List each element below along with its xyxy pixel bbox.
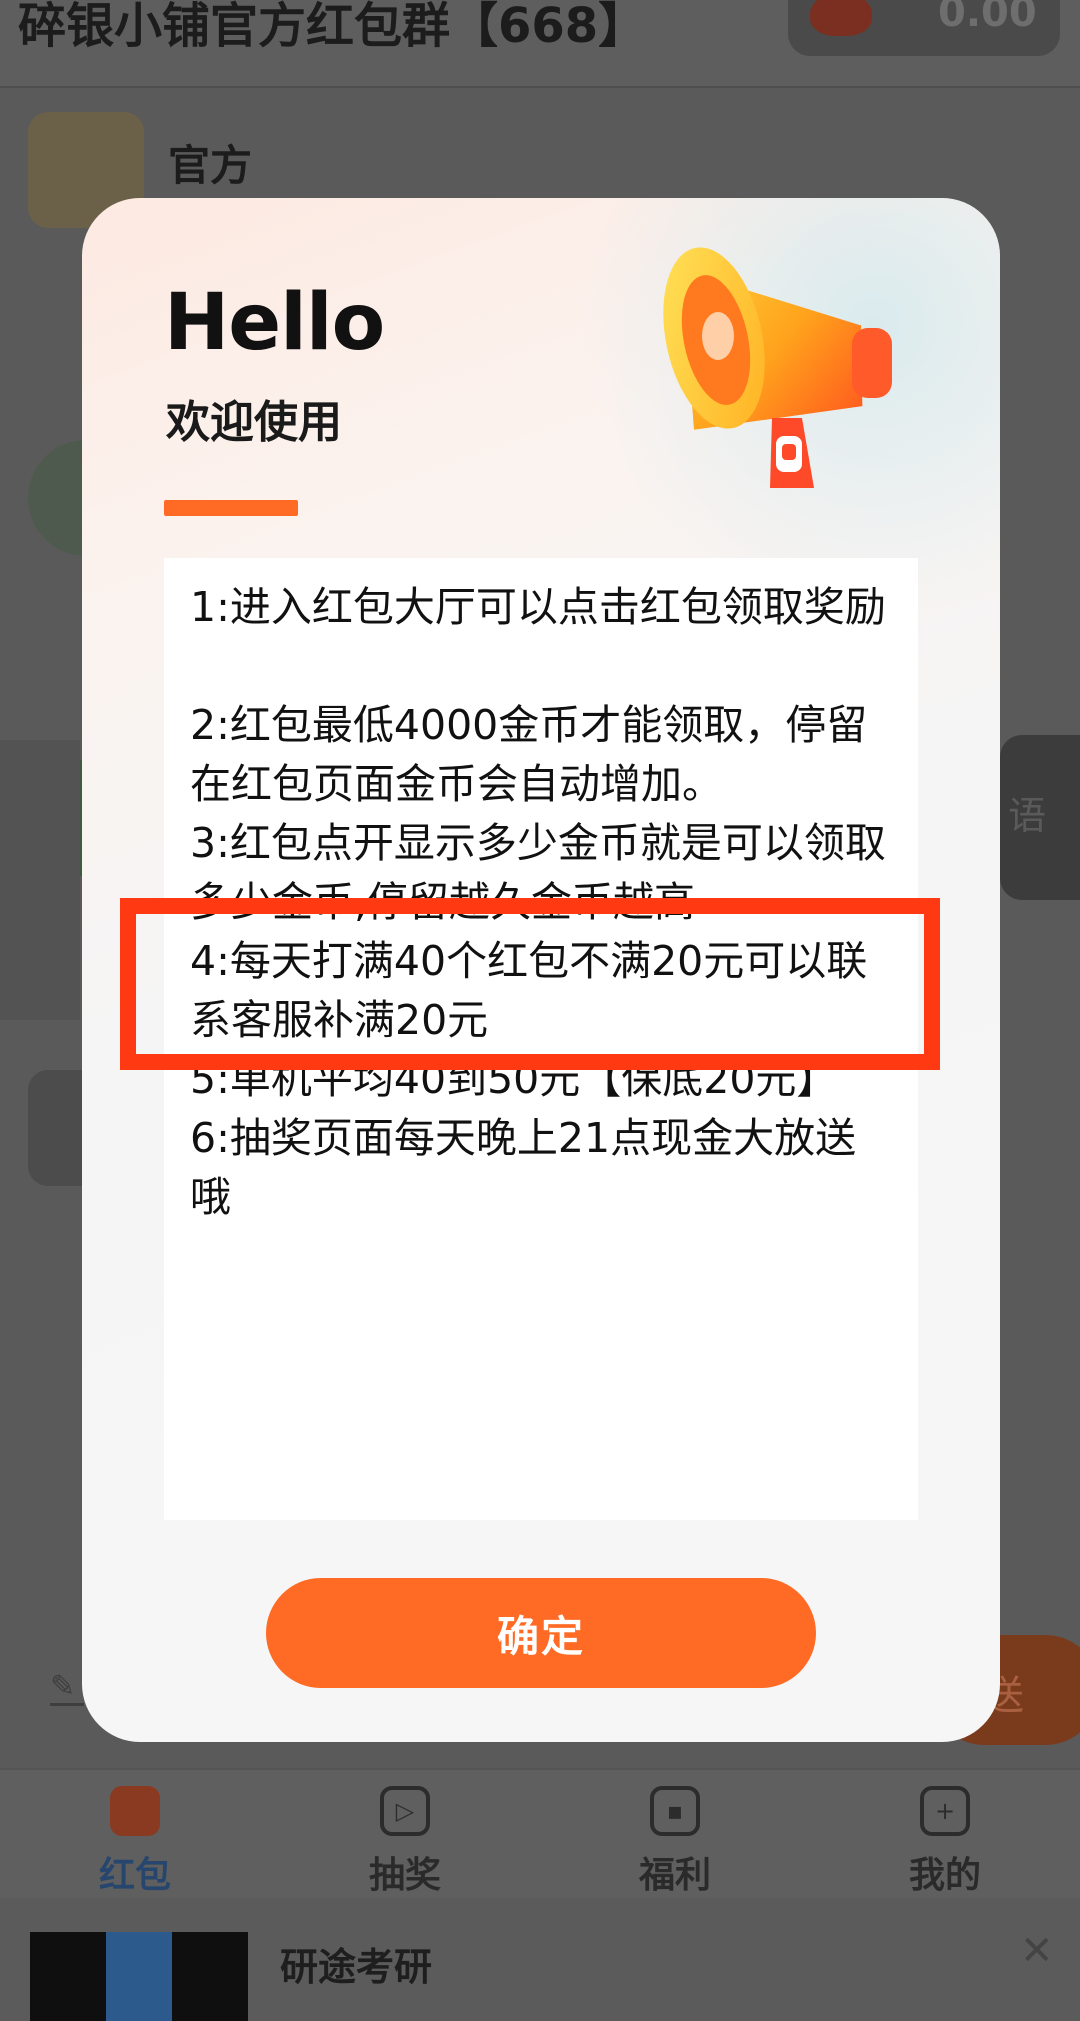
- tab-lottery[interactable]: ▷ 抽奖: [320, 1786, 490, 1898]
- tab-label: 红包: [98, 1855, 171, 1896]
- official-sender-name: 官方: [168, 141, 253, 190]
- tab-red-envelope[interactable]: 红包: [50, 1786, 220, 1898]
- tab-label: 抽奖: [368, 1855, 441, 1896]
- coin-mascot-icon: [810, 0, 872, 36]
- rules-panel: 1:进入红包大厅可以点击红包领取奖励 2:红包最低4000金币才能领取，停留在红…: [164, 558, 918, 1520]
- side-card[interactable]: 语: [1000, 735, 1080, 900]
- rule-item: 1:进入红包大厅可以点击红包领取奖励: [190, 583, 886, 631]
- close-icon[interactable]: ✕: [1020, 1928, 1054, 1974]
- tv-icon: ▪: [650, 1786, 700, 1836]
- balance-value: 0.00: [938, 0, 1037, 36]
- screen: 碎银小铺官方红包群【668】 0.00 官方 语 ✎ 送 红包 ▷ 抽奖 ▪ 福…: [0, 0, 1080, 2021]
- pencil-icon[interactable]: ✎: [50, 1672, 84, 1706]
- rule-item: 5:单机平均40到50元【保底20元】: [190, 1055, 838, 1103]
- megaphone-icon: [663, 247, 892, 488]
- play-icon: ▷: [380, 1786, 430, 1836]
- tab-welfare[interactable]: ▪ 福利: [590, 1786, 760, 1898]
- rule-item: 6:抽奖页面每天晚上21点现金大放送哦: [190, 1114, 857, 1221]
- bottom-tab-bar: 红包 ▷ 抽奖 ▪ 福利 + 我的: [0, 1768, 1080, 1898]
- tab-label: 我的: [908, 1855, 981, 1896]
- group-title: 碎银小铺官方红包群【668】: [18, 0, 647, 54]
- tab-label: 福利: [638, 1855, 711, 1896]
- side-card-label: 语: [1008, 794, 1047, 838]
- balance-pill[interactable]: 0.00: [788, 0, 1060, 56]
- ad-thumbnail-book: [106, 1932, 172, 2021]
- ad-banner[interactable]: 研途考研 ✕: [0, 1898, 1080, 2021]
- rule-item: 2:红包最低4000金币才能领取，停留在红包页面金币会自动增加。: [190, 701, 868, 808]
- rule-item: 4:每天打满40个红包不满20元可以联系客服补满20元: [190, 937, 868, 1044]
- ad-thumbnail: [30, 1932, 248, 2021]
- rule-item: 3:红包点开显示多少金币就是可以领取多少金币,停留越久金币越高: [190, 819, 886, 926]
- profile-icon: +: [920, 1786, 970, 1836]
- accent-bar: [164, 500, 298, 516]
- red-envelope-icon: [110, 1786, 160, 1836]
- ad-title: 研途考研: [280, 1945, 433, 1989]
- chat-header: 碎银小铺官方红包群【668】 0.00: [0, 0, 1080, 88]
- confirm-button[interactable]: 确定: [266, 1578, 816, 1688]
- dialog-greeting: Hello: [164, 278, 385, 368]
- welcome-dialog: Hello 欢迎使用 1:进入红包大厅可以点击红包领取奖励 2:红包最低4000…: [82, 198, 1000, 1742]
- message-bubble-edge: [0, 740, 80, 1020]
- tab-mine[interactable]: + 我的: [860, 1786, 1030, 1898]
- dialog-subtitle: 欢迎使用: [166, 397, 342, 448]
